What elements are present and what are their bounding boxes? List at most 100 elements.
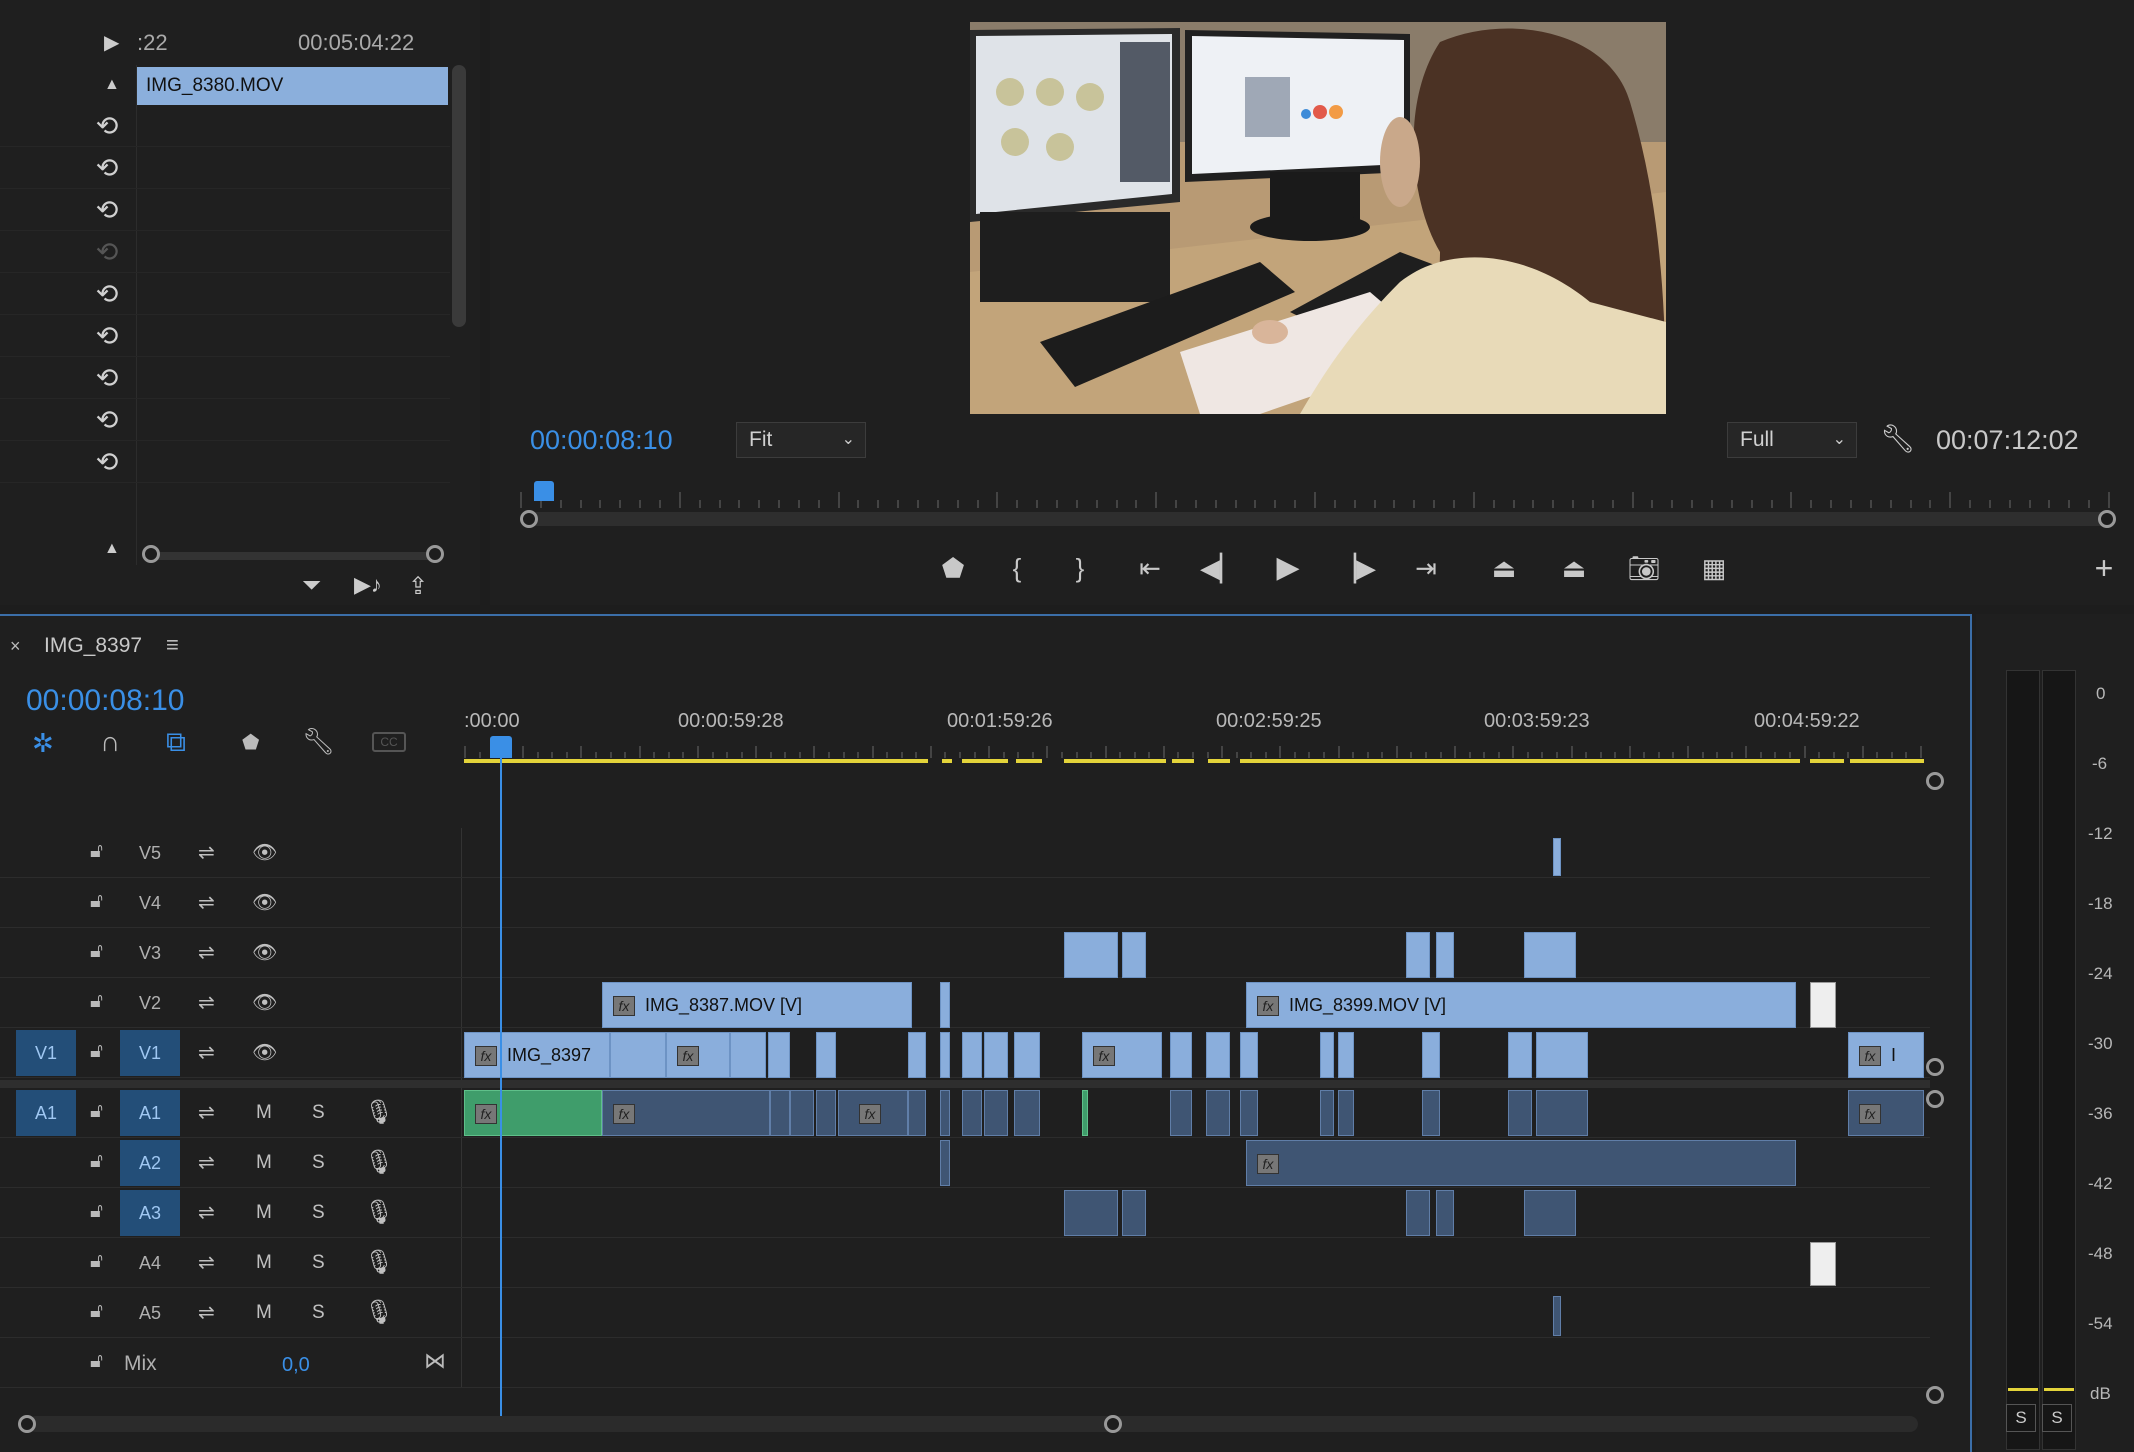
history-row[interactable]: ⟲ bbox=[0, 315, 450, 357]
history-row[interactable]: ⟲ bbox=[0, 399, 450, 441]
audio-clip[interactable] bbox=[1064, 1190, 1118, 1236]
add-marker-icon[interactable]: ⬟ bbox=[242, 730, 259, 755]
audio-scroll-handle[interactable] bbox=[1926, 1386, 1944, 1404]
timeline-clip[interactable] bbox=[816, 1032, 836, 1078]
video-scroll-handle[interactable] bbox=[1926, 1058, 1944, 1076]
lock-icon[interactable]: 🔓︎ bbox=[90, 940, 110, 963]
playhead-timecode[interactable]: 00:00:08:10 bbox=[530, 425, 673, 456]
playhead-marker[interactable] bbox=[534, 481, 555, 501]
audio-clip[interactable] bbox=[908, 1090, 926, 1136]
eye-icon[interactable]: 👁︎ bbox=[252, 990, 277, 1015]
timeline-clip[interactable] bbox=[1508, 1032, 1532, 1078]
undo-icon[interactable]: ⟲ bbox=[92, 363, 122, 393]
lock-icon[interactable]: 🔓︎ bbox=[90, 840, 110, 863]
lock-icon[interactable]: 🔓︎ bbox=[90, 1150, 110, 1173]
eye-icon[interactable]: 👁︎ bbox=[252, 890, 277, 915]
snap-magnet-icon[interactable]: ∩ bbox=[100, 726, 120, 758]
sync-lock-icon[interactable]: ⇌ bbox=[198, 1040, 215, 1065]
timeline-clip[interactable] bbox=[1170, 1032, 1192, 1078]
audio-route-icon[interactable]: ▶♪ bbox=[354, 572, 382, 598]
export-frame-camera-icon[interactable]: 📷︎ bbox=[1624, 548, 1664, 588]
timeline-clip[interactable] bbox=[1436, 932, 1454, 978]
timeline-clip-img-8397[interactable]: fx IMG_8397 bbox=[464, 1032, 610, 1078]
timeline-clip[interactable] bbox=[1338, 1032, 1354, 1078]
mix-volume-value[interactable]: 0,0 bbox=[282, 1354, 310, 1377]
track-target-a1[interactable]: A1 bbox=[120, 1090, 180, 1136]
audio-clip[interactable] bbox=[1240, 1090, 1258, 1136]
filter-icon[interactable]: ⏷ bbox=[302, 572, 321, 600]
lift-button[interactable]: ⏏ bbox=[1484, 548, 1524, 588]
undo-icon[interactable]: ⟲ bbox=[92, 195, 122, 225]
microphone-icon[interactable]: 🎙︎ bbox=[364, 1098, 394, 1127]
track-target-v3[interactable]: V3 bbox=[120, 930, 180, 976]
sequence-tab[interactable]: IMG_8397 bbox=[44, 634, 142, 658]
audio-clip[interactable] bbox=[1082, 1090, 1088, 1136]
timeline-settings-wrench-icon[interactable]: 🔧︎ bbox=[302, 726, 335, 757]
undo-icon[interactable]: ⟲ bbox=[92, 279, 122, 309]
undo-icon[interactable]: ⟲ bbox=[92, 321, 122, 351]
audio-clip[interactable] bbox=[1320, 1090, 1334, 1136]
go-to-in-button[interactable]: ⇤ bbox=[1130, 548, 1170, 588]
step-back-button[interactable]: ◀▏ bbox=[1200, 548, 1240, 588]
sync-lock-icon[interactable]: ⇌ bbox=[198, 1150, 215, 1175]
solo-button[interactable]: S bbox=[312, 1202, 325, 1224]
timeline-clip[interactable] bbox=[610, 1032, 666, 1078]
eye-icon[interactable]: 👁︎ bbox=[252, 1040, 277, 1065]
timeline-clip[interactable] bbox=[1536, 1032, 1588, 1078]
undo-icon[interactable]: ⟲ bbox=[92, 447, 122, 477]
audio-clip[interactable] bbox=[940, 1090, 950, 1136]
lock-icon[interactable]: 🔓︎ bbox=[90, 1100, 110, 1123]
audio-clip[interactable] bbox=[816, 1090, 836, 1136]
mix-pan-icon[interactable]: ⋈ bbox=[424, 1348, 446, 1374]
linked-selection-icon[interactable]: ⧉ bbox=[166, 726, 186, 759]
timeline-clip-white[interactable] bbox=[1810, 982, 1836, 1028]
track-target-a4[interactable]: A4 bbox=[120, 1240, 180, 1286]
sync-lock-icon[interactable]: ⇌ bbox=[198, 940, 215, 965]
extract-button[interactable]: ⏏ bbox=[1554, 548, 1594, 588]
panel-expand-arrow[interactable]: ▶ bbox=[104, 30, 119, 55]
audio-clip[interactable]: fx bbox=[838, 1090, 908, 1136]
undo-icon[interactable]: ⟲ bbox=[92, 111, 122, 141]
lock-icon[interactable]: 🔓︎ bbox=[90, 1040, 110, 1063]
timeline-clip[interactable] bbox=[730, 1032, 766, 1078]
mark-in-button[interactable]: { bbox=[997, 548, 1037, 588]
zoom-handle-right[interactable] bbox=[2098, 510, 2116, 528]
audio-clip[interactable] bbox=[940, 1140, 950, 1186]
mute-button[interactable]: M bbox=[256, 1252, 272, 1274]
nest-sequence-icon[interactable]: ✲ bbox=[32, 728, 54, 759]
audio-clip[interactable] bbox=[1014, 1090, 1040, 1136]
lock-icon[interactable]: 🔓︎ bbox=[90, 1350, 110, 1373]
undo-icon[interactable]: ⟲ bbox=[92, 153, 122, 183]
sync-lock-icon[interactable]: ⇌ bbox=[198, 1250, 215, 1275]
microphone-icon[interactable]: 🎙︎ bbox=[364, 1248, 394, 1277]
solo-button[interactable]: S bbox=[312, 1302, 325, 1324]
audio-clip[interactable]: fx bbox=[1848, 1090, 1924, 1136]
timeline-playhead-marker[interactable] bbox=[490, 736, 512, 758]
settings-wrench-icon[interactable]: 🔧︎ bbox=[1880, 422, 1916, 455]
lock-icon[interactable]: 🔓︎ bbox=[90, 1300, 110, 1323]
eye-icon[interactable]: 👁︎ bbox=[252, 940, 277, 965]
history-row[interactable]: ⟲ bbox=[0, 273, 450, 315]
step-forward-button[interactable]: ▕▶ bbox=[1336, 548, 1376, 588]
mute-button[interactable]: M bbox=[256, 1152, 272, 1174]
scroll-up-arrow[interactable]: ▲ bbox=[104, 76, 120, 94]
timeline-clip[interactable] bbox=[940, 1032, 950, 1078]
source-patch-a1[interactable]: A1 bbox=[16, 1090, 76, 1136]
timeline-horizontal-scrollbar[interactable] bbox=[28, 1416, 1918, 1432]
audio-clip[interactable]: fx bbox=[1246, 1140, 1796, 1186]
timeline-clip[interactable] bbox=[1014, 1032, 1040, 1078]
panel-menu-icon[interactable]: ≡ bbox=[166, 632, 179, 658]
scroll-handle-left[interactable] bbox=[142, 545, 160, 563]
lock-icon[interactable]: 🔓︎ bbox=[90, 1250, 110, 1273]
video-scroll-handle[interactable] bbox=[1926, 772, 1944, 790]
export-icon[interactable]: ⇪ bbox=[408, 572, 428, 601]
horizontal-scrollbar[interactable] bbox=[150, 552, 438, 560]
timeline-clip[interactable] bbox=[962, 1032, 982, 1078]
track-target-a3[interactable]: A3 bbox=[120, 1190, 180, 1236]
timeline-clip[interactable] bbox=[1122, 932, 1146, 978]
track-target-a5[interactable]: A5 bbox=[120, 1290, 180, 1336]
add-marker-button[interactable]: ⬟ bbox=[933, 548, 973, 588]
timeline-clip[interactable] bbox=[1064, 932, 1118, 978]
solo-right-button[interactable]: S bbox=[2042, 1404, 2072, 1432]
timeline-clip[interactable] bbox=[1406, 932, 1430, 978]
